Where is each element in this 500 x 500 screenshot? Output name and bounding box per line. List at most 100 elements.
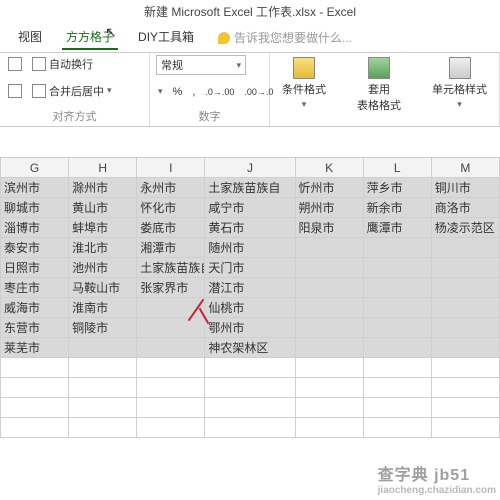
column-header[interactable]: H: [69, 158, 137, 178]
cell[interactable]: [363, 418, 431, 438]
column-header[interactable]: I: [137, 158, 205, 178]
cell[interactable]: [137, 418, 205, 438]
cell[interactable]: [431, 338, 499, 358]
cell[interactable]: [1, 358, 69, 378]
cell[interactable]: 淮南市: [69, 298, 137, 318]
cell[interactable]: [69, 378, 137, 398]
conditional-format-button[interactable]: 条件格式 ▾: [276, 55, 332, 112]
percent-button[interactable]: %: [171, 85, 185, 99]
cell[interactable]: [431, 398, 499, 418]
cell[interactable]: 神农架林区: [205, 338, 295, 358]
cell[interactable]: 天门市: [205, 258, 295, 278]
cell[interactable]: 铜陵市: [69, 318, 137, 338]
cell[interactable]: 新余市: [363, 198, 431, 218]
cell[interactable]: 娄底市: [137, 218, 205, 238]
comma-button[interactable]: ,: [190, 85, 197, 99]
cell[interactable]: [137, 378, 205, 398]
cell[interactable]: 威海市: [1, 298, 69, 318]
cell[interactable]: 商洛市: [431, 198, 499, 218]
cell[interactable]: 随州市: [205, 238, 295, 258]
cell[interactable]: [69, 418, 137, 438]
cell[interactable]: 杨凌示范区: [431, 218, 499, 238]
cell[interactable]: [69, 398, 137, 418]
cell[interactable]: 泰安市: [1, 238, 69, 258]
tab-view[interactable]: 视图: [14, 25, 46, 50]
cell[interactable]: [431, 418, 499, 438]
cell[interactable]: [69, 338, 137, 358]
cell[interactable]: 萍乡市: [363, 178, 431, 198]
cell[interactable]: 黄石市: [205, 218, 295, 238]
cell[interactable]: [295, 258, 363, 278]
cell[interactable]: [295, 238, 363, 258]
align-top-button[interactable]: [6, 56, 24, 72]
cell[interactable]: [205, 358, 295, 378]
cell[interactable]: [295, 278, 363, 298]
cell[interactable]: [1, 378, 69, 398]
cell[interactable]: [431, 318, 499, 338]
cell[interactable]: 日照市: [1, 258, 69, 278]
column-header[interactable]: L: [363, 158, 431, 178]
cell[interactable]: [69, 358, 137, 378]
cell[interactable]: 鄂州市: [205, 318, 295, 338]
cell[interactable]: 莱芜市: [1, 338, 69, 358]
cell[interactable]: [137, 358, 205, 378]
cell[interactable]: 鹰潭市: [363, 218, 431, 238]
cell[interactable]: [363, 238, 431, 258]
cell[interactable]: [295, 318, 363, 338]
wrap-text-button[interactable]: 自动换行: [30, 55, 95, 73]
cell[interactable]: [431, 258, 499, 278]
cell[interactable]: 咸宁市: [205, 198, 295, 218]
cell[interactable]: [1, 418, 69, 438]
indent-button[interactable]: [6, 83, 24, 99]
column-header[interactable]: M: [431, 158, 499, 178]
cell[interactable]: 土家族苗族自: [205, 178, 295, 198]
cell[interactable]: 湘潭市: [137, 238, 205, 258]
cell[interactable]: 仙桃市: [205, 298, 295, 318]
cell[interactable]: 枣庄市: [1, 278, 69, 298]
cell[interactable]: 滨州市: [1, 178, 69, 198]
cell[interactable]: [137, 318, 205, 338]
cell[interactable]: 永州市: [137, 178, 205, 198]
cell[interactable]: [431, 358, 499, 378]
cell[interactable]: 朔州市: [295, 198, 363, 218]
cell[interactable]: [363, 278, 431, 298]
spreadsheet-grid[interactable]: GHIJKLM 滨州市滁州市永州市土家族苗族自忻州市萍乡市铜川市聊城市黄山市怀化…: [0, 157, 500, 438]
tab-fangfang[interactable]: 方方格子: [62, 25, 118, 50]
cell[interactable]: 土家族苗族自: [137, 258, 205, 278]
cell[interactable]: [363, 338, 431, 358]
cell-styles-button[interactable]: 单元格样式 ▾: [426, 55, 493, 112]
cell[interactable]: [431, 278, 499, 298]
cell[interactable]: [137, 338, 205, 358]
cell[interactable]: [205, 418, 295, 438]
cell[interactable]: [431, 238, 499, 258]
cell[interactable]: [295, 358, 363, 378]
cell[interactable]: 忻州市: [295, 178, 363, 198]
cell[interactable]: 张家界市: [137, 278, 205, 298]
cell[interactable]: [363, 318, 431, 338]
cell[interactable]: 聊城市: [1, 198, 69, 218]
cell[interactable]: [363, 258, 431, 278]
currency-button[interactable]: ▾: [156, 85, 165, 98]
number-format-select[interactable]: 常规 ▾: [156, 55, 246, 75]
cell[interactable]: 铜川市: [431, 178, 499, 198]
column-header[interactable]: K: [295, 158, 363, 178]
cell[interactable]: 潜江市: [205, 278, 295, 298]
cell[interactable]: [295, 418, 363, 438]
cell[interactable]: [431, 378, 499, 398]
cell[interactable]: [137, 398, 205, 418]
cell[interactable]: [295, 338, 363, 358]
cell[interactable]: 马鞍山市: [69, 278, 137, 298]
cell[interactable]: 滁州市: [69, 178, 137, 198]
cell[interactable]: 阳泉市: [295, 218, 363, 238]
format-as-table-button[interactable]: 套用 表格格式: [351, 55, 407, 115]
tell-me-box[interactable]: 告诉我您想要做什么...: [214, 25, 356, 50]
cell[interactable]: 淮北市: [69, 238, 137, 258]
cell[interactable]: [363, 378, 431, 398]
cell[interactable]: [1, 398, 69, 418]
increase-decimal-button[interactable]: .0→.00: [203, 86, 236, 98]
tab-diy[interactable]: DIY工具箱: [134, 25, 198, 50]
cell[interactable]: [137, 298, 205, 318]
cell[interactable]: 怀化市: [137, 198, 205, 218]
cell[interactable]: [363, 298, 431, 318]
cell[interactable]: [363, 358, 431, 378]
